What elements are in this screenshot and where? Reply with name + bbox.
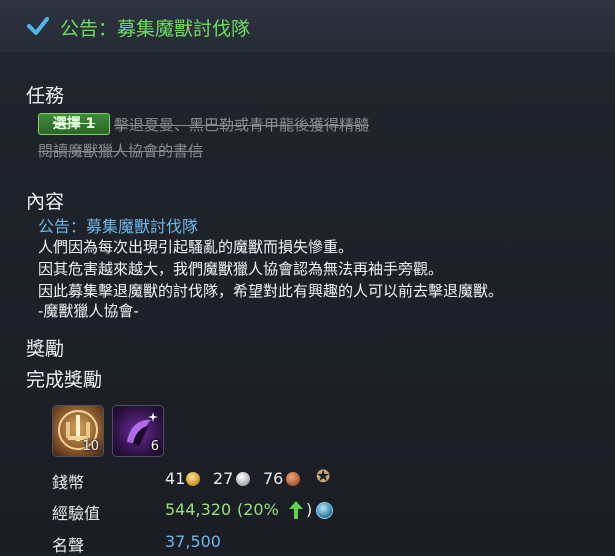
task-heading: 任務 (26, 85, 65, 107)
gold-coin-icon (186, 472, 200, 486)
quest-header: 公告：募集魔獸討伐隊 (0, 0, 615, 53)
content-line: 因其危害越來越大，我們魔獸獵人協會認為無法再袖手旁觀。 (38, 260, 444, 278)
exp-label: 經驗值 (52, 504, 101, 523)
reward-item-count: 6 (150, 439, 159, 454)
exp-value: 544,320 (165, 500, 232, 519)
exp-bonus-icon (316, 502, 333, 519)
reward-item-1[interactable]: 10 (52, 405, 104, 457)
reward-item-count: 10 (82, 439, 99, 454)
arrow-up-icon (289, 501, 303, 519)
silver-amount: 27 (213, 469, 234, 488)
completion-rewards-heading: 完成獎勵 (26, 369, 103, 391)
reward-item-2[interactable]: 6 (112, 405, 164, 457)
copper-amount: 76 (263, 469, 284, 488)
fame-value: 37,500 (165, 532, 221, 551)
gold-amount: 41 (165, 469, 186, 488)
quest-title: 公告：募集魔獸討伐隊 (60, 18, 251, 40)
copper-coin-icon (286, 472, 300, 486)
choice-badge: 選擇 1 (38, 113, 110, 135)
exp-close-paren: ) (306, 500, 313, 519)
task-objective-1: 擊退夏曼、黑巴勒或青甲龍後獲得精髓 (114, 116, 370, 134)
fame-label: 名聲 (52, 536, 85, 555)
task-objective-2: 閱讀魔獸獵人協會的書信 (38, 142, 204, 160)
rewards-heading: 獎勵 (26, 338, 65, 360)
star-coin-icon: ✪ (316, 467, 331, 487)
content-signature: -魔獸獵人協會- (38, 302, 139, 320)
silver-coin-icon (236, 472, 250, 486)
money-label: 錢幣 (52, 473, 85, 492)
check-icon (27, 17, 49, 35)
content-line: 人們因為每次出現引起騷亂的魔獸而損失慘重。 (38, 238, 354, 256)
exp-percent: (20% (237, 500, 279, 519)
content-heading: 內容 (26, 191, 65, 213)
content-line: 因此募集擊退魔獸的討伐隊，希望對此有興趣的人可以前去擊退魔獸。 (38, 282, 504, 300)
content-subtitle: 公告：募集魔獸討伐隊 (38, 217, 199, 236)
